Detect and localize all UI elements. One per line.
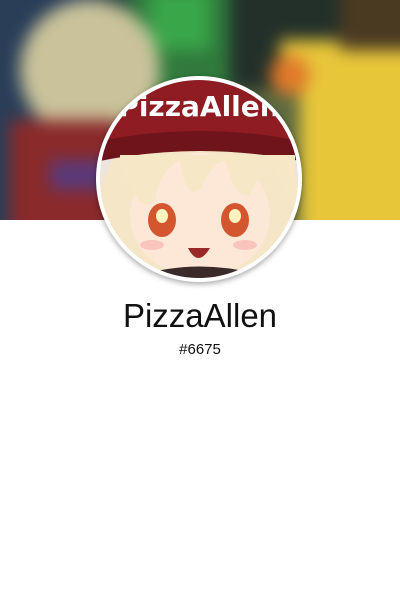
avatar-image: PizzaAllen [100,80,298,278]
profile-card: PizzaAllen PizzaAllen #6675 [0,0,400,600]
username: PizzaAllen [122,297,278,334]
avatar[interactable]: PizzaAllen [96,76,302,282]
avatar-text: PizzaAllen [118,90,280,123]
user-tag: #6675 [179,341,221,358]
